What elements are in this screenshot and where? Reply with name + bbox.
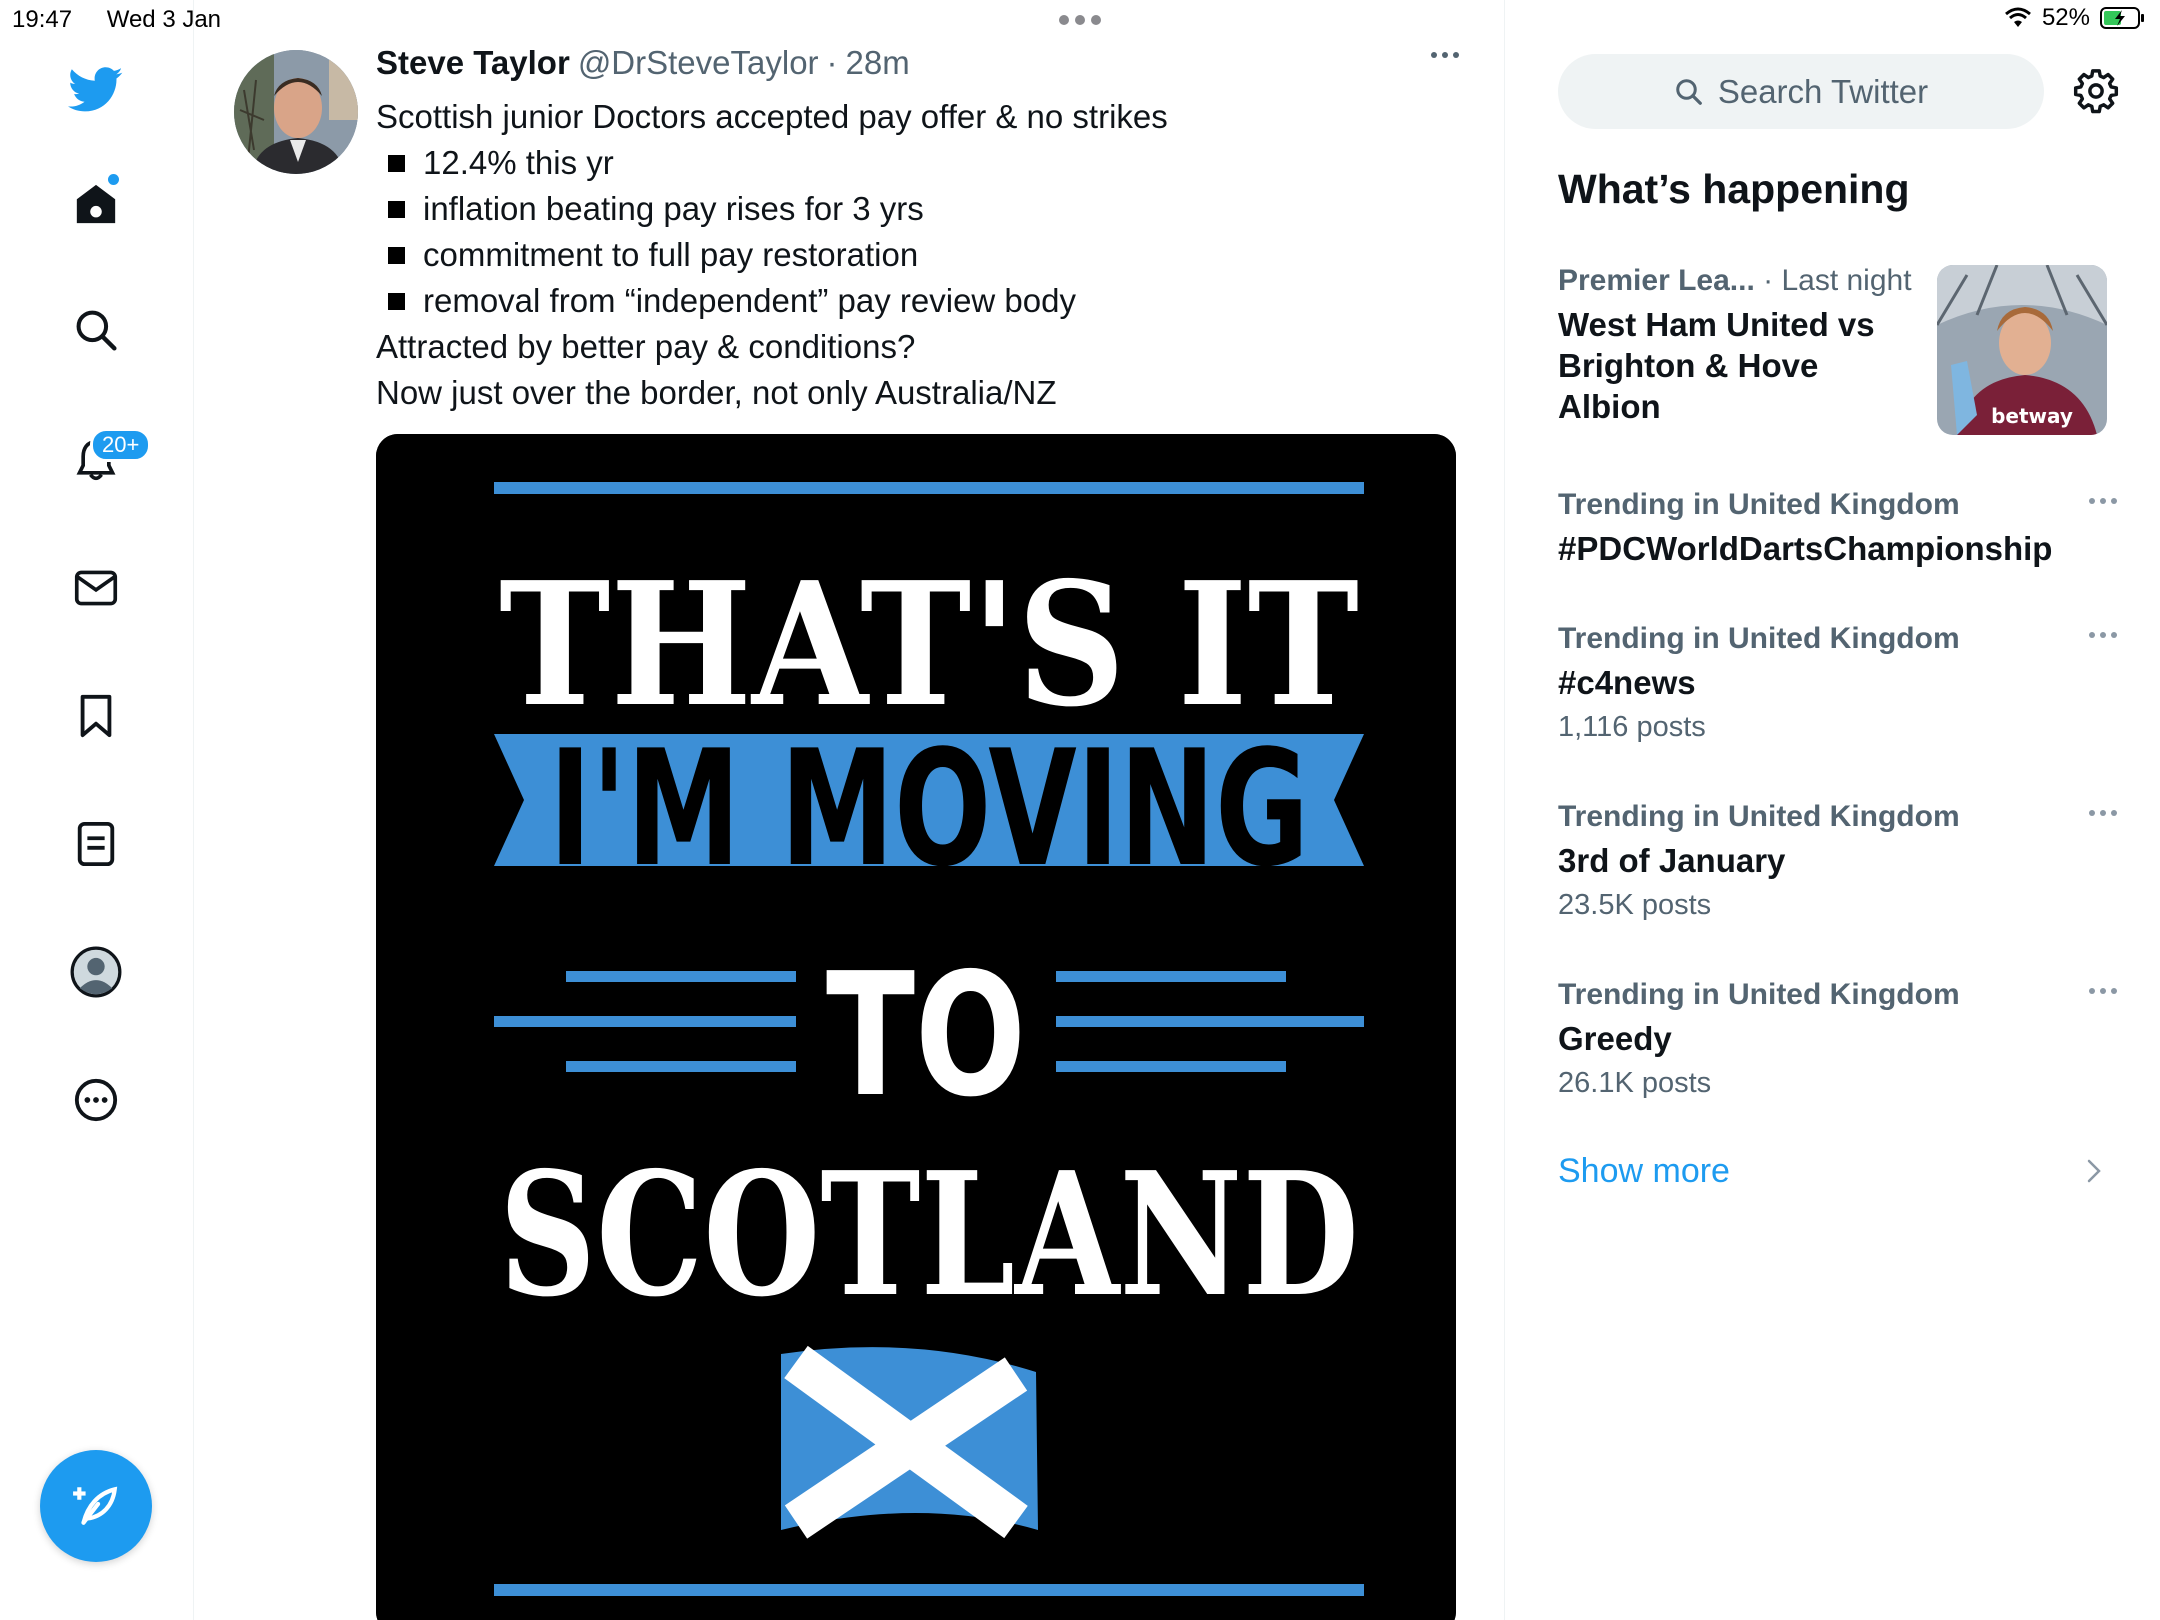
tweet-text: Scottish junior Doctors accepted pay off… <box>376 94 1168 416</box>
messages-envelope-icon[interactable] <box>64 556 128 620</box>
black-square-icon <box>388 246 405 264</box>
trend-context: Trending in United Kingdom <box>1558 978 1960 1011</box>
image-text-line3: TO <box>826 937 1026 1135</box>
search-icon <box>1674 77 1704 107</box>
show-more-link[interactable]: Show more <box>1558 1152 1730 1191</box>
author-avatar[interactable] <box>234 50 358 174</box>
trend-featured[interactable]: Premier Lea... · Last night West Ham Uni… <box>1558 264 1958 427</box>
home-unread-dot <box>108 174 119 185</box>
compose-tweet-button[interactable] <box>40 1450 152 1562</box>
tweet-more-icon[interactable] <box>1430 50 1460 60</box>
settings-gear-icon[interactable] <box>2073 68 2119 114</box>
tweet-line: Now just over the border, not only Austr… <box>376 374 1057 411</box>
search-placeholder: Search Twitter <box>1717 72 1929 110</box>
black-square-icon <box>388 200 405 218</box>
thumbnail-sponsor-text: betway <box>1991 404 2073 428</box>
tweet-bullet: inflation beating pay rises for 3 yrs <box>376 186 1168 232</box>
trend-more-icon[interactable] <box>2088 808 2118 818</box>
black-square-icon <box>388 292 405 310</box>
search-twitter-input[interactable]: Search Twitter <box>1558 54 2044 129</box>
scottish-saltire-flag-icon <box>781 1345 1038 1539</box>
left-nav: 20+ <box>0 0 194 1620</box>
trend-post-count: 26.1K posts <box>1558 1067 1712 1099</box>
trend-item[interactable]: Trending in United Kingdom 3rd of Januar… <box>1558 800 2118 922</box>
trend-context: Trending in United Kingdom <box>1558 622 1960 655</box>
trend-more-icon[interactable] <box>2088 986 2118 996</box>
trend-context: Trending in United Kingdom <box>1558 488 1960 521</box>
tweet-bullet: commitment to full pay restoration <box>376 232 1168 278</box>
trend-name: 3rd of January <box>1558 842 1786 879</box>
twitter-logo-icon[interactable] <box>64 58 128 122</box>
tweet-header: Steve Taylor @DrSteveTaylor · 28m <box>376 44 910 82</box>
trend-item[interactable]: Trending in United Kingdom Greedy 26.1K … <box>1558 978 2118 1100</box>
tweet-line: Scottish junior Doctors accepted pay off… <box>376 98 1168 135</box>
trend-thumbnail-image[interactable]: betway <box>1937 265 2107 435</box>
timeline: Steve Taylor @DrSteveTaylor · 28m Scotti… <box>194 0 1505 1620</box>
tweet-media-image[interactable]: THAT'S IT I'M MOVING TO SCOTLAND <box>376 434 1456 1620</box>
trend-item[interactable]: Trending in United Kingdom #PDCWorldDart… <box>1558 488 2118 569</box>
more-options-icon[interactable] <box>64 1068 128 1132</box>
black-square-icon <box>388 154 405 172</box>
explore-search-icon[interactable] <box>64 298 128 362</box>
trend-name: Greedy <box>1558 1020 1672 1057</box>
trend-time: · Last night <box>1763 264 1912 297</box>
tweet-bullet: removal from “independent” pay review bo… <box>376 278 1168 324</box>
image-text-line2: I'M MOVING <box>549 715 1309 902</box>
compose-feather-icon <box>73 1486 118 1525</box>
notifications-badge: 20+ <box>90 428 152 462</box>
tweet-timestamp[interactable]: 28m <box>846 44 910 82</box>
whats-happening-title: What’s happening <box>1558 166 1910 212</box>
profile-avatar-icon[interactable] <box>64 940 128 1004</box>
author-name[interactable]: Steve Taylor <box>376 44 570 82</box>
chevron-right-icon[interactable] <box>2086 1158 2102 1184</box>
trend-post-count: 23.5K posts <box>1558 889 1712 921</box>
trend-post-count: 1,116 posts <box>1558 711 1706 743</box>
trend-context: Trending in United Kingdom <box>1558 800 1960 833</box>
trend-context: Premier Lea... <box>1558 264 1755 297</box>
header-separator: · <box>826 44 838 81</box>
tweet-line: Attracted by better pay & conditions? <box>376 328 916 365</box>
bookmarks-icon[interactable] <box>64 684 128 748</box>
trend-more-icon[interactable] <box>2088 496 2118 506</box>
image-text-line4: SCOTLAND <box>499 1135 1359 1335</box>
lists-icon[interactable] <box>64 812 128 876</box>
trend-item[interactable]: Trending in United Kingdom #c4news 1,116… <box>1558 622 2118 744</box>
trend-title: West Ham United vs Brighton & Hove Albio… <box>1558 306 1875 425</box>
trend-name: #PDCWorldDartsChampionship <box>1558 530 2053 567</box>
author-handle[interactable]: @DrSteveTaylor <box>578 44 819 82</box>
trend-more-icon[interactable] <box>2088 630 2118 640</box>
trend-name: #c4news <box>1558 664 1696 701</box>
tweet-bullet: 12.4% this yr <box>376 140 1168 186</box>
